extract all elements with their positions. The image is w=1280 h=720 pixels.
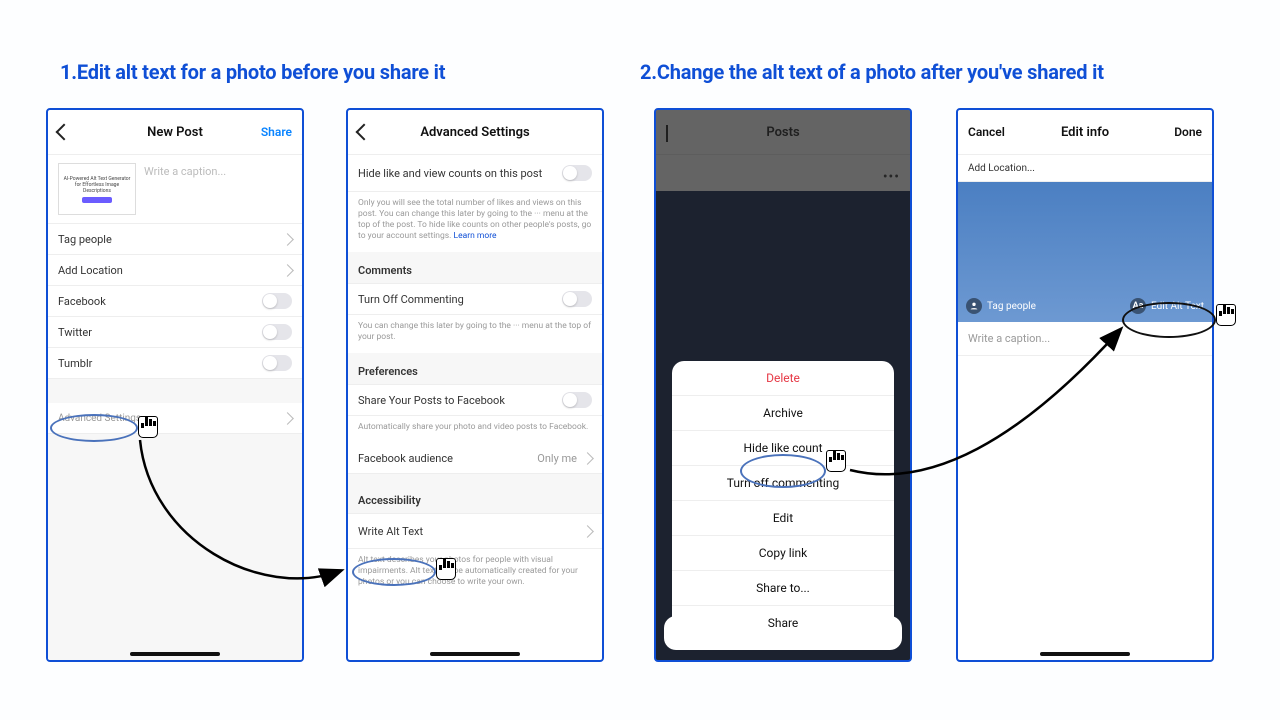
action-share-to[interactable]: Share to... [672, 571, 894, 606]
back-button[interactable] [58, 110, 70, 154]
caption-input[interactable]: Write a caption... [144, 163, 292, 178]
row-tag-people[interactable]: Tag people [48, 224, 302, 255]
cancel-button[interactable]: Cancel [968, 110, 1005, 154]
tag-people-pill[interactable]: Tag people [966, 298, 1036, 314]
phone-new-post: New Post Share AI-Powered Alt Text Gener… [46, 108, 304, 662]
row-tumblr[interactable]: Tumblr [48, 348, 302, 379]
learn-more-link[interactable]: Learn more [454, 231, 497, 241]
row-advanced-settings[interactable]: Advanced Settings [48, 403, 302, 434]
action-share[interactable]: Share [672, 606, 894, 640]
row-turn-off-commenting[interactable]: Turn Off Commenting [348, 284, 602, 315]
section-accessibility: Accessibility [348, 474, 602, 514]
home-indicator [1040, 652, 1130, 656]
action-copy-link[interactable]: Copy link [672, 536, 894, 571]
share-button[interactable]: Share [261, 110, 292, 154]
action-turn-off-commenting[interactable]: Turn off commenting [672, 466, 894, 501]
home-indicator [430, 652, 520, 656]
alt-text-subtext: Alt text describes your photos for peopl… [348, 549, 602, 598]
chevron-right-icon [581, 452, 594, 465]
chevron-right-icon [581, 525, 594, 538]
row-hide-counts[interactable]: Hide like and view counts on this post [348, 155, 602, 192]
phone-advanced-settings: Advanced Settings Hide like and view cou… [346, 108, 604, 662]
done-button[interactable]: Done [1174, 110, 1202, 154]
toggle-turn-off-commenting[interactable] [562, 291, 592, 307]
aa-icon: Aa [1130, 298, 1146, 314]
row-facebook[interactable]: Facebook [48, 286, 302, 317]
action-delete[interactable]: Delete [672, 361, 894, 396]
chevron-left-icon [356, 124, 373, 141]
row-twitter[interactable]: Twitter [48, 317, 302, 348]
edit-alt-text-pill[interactable]: Aa Edit Alt Text [1130, 298, 1204, 314]
phone-edit-info: Cancel Edit info Done Add Location... Ta… [956, 108, 1214, 662]
title-new-post: New Post [147, 125, 203, 140]
titlebar-edit-info: Cancel Edit info Done [958, 110, 1212, 155]
titlebar-new-post: New Post Share [48, 110, 302, 155]
person-icon [966, 298, 982, 314]
section-preferences: Preferences [348, 353, 602, 385]
title-advanced: Advanced Settings [420, 125, 529, 140]
phone-posts-sheet: Posts ••• Delete Archive Hide like count… [654, 108, 912, 662]
chevron-right-icon [281, 264, 294, 277]
row-share-to-facebook[interactable]: Share Your Posts to Facebook [348, 385, 602, 416]
share-fb-subtext: Automatically share your photo and video… [348, 416, 602, 443]
action-archive[interactable]: Archive [672, 396, 894, 431]
action-hide-likes[interactable]: Hide like count [672, 431, 894, 466]
toggle-facebook[interactable] [262, 293, 292, 309]
turn-off-subtext: You can change this later by going to th… [348, 315, 602, 353]
row-facebook-audience[interactable]: Facebook audience Only me [348, 443, 602, 474]
row-add-location[interactable]: Add Location [48, 255, 302, 286]
toggle-twitter[interactable] [262, 324, 292, 340]
toggle-tumblr[interactable] [262, 355, 292, 371]
caption-input[interactable]: Write a caption... [958, 322, 1212, 356]
post-thumbnail: AI-Powered Alt Text Generator for Effort… [58, 163, 136, 215]
heading-1: 1.Edit alt text for a photo before you s… [60, 60, 445, 84]
home-indicator [130, 652, 220, 656]
action-sheet: Delete Archive Hide like count Turn off … [672, 361, 894, 640]
chevron-right-icon [281, 233, 294, 246]
chevron-right-icon [281, 412, 294, 425]
cursor-icon [1216, 304, 1236, 332]
row-add-location[interactable]: Add Location... [958, 155, 1212, 182]
titlebar-advanced: Advanced Settings [348, 110, 602, 155]
back-button[interactable] [358, 110, 370, 154]
post-photo: Tag people Aa Edit Alt Text [958, 182, 1212, 322]
heading-2: 2.Change the alt text of a photo after y… [640, 60, 1104, 84]
toggle-share-fb[interactable] [562, 392, 592, 408]
section-comments: Comments [348, 252, 602, 284]
toggle-hide-counts[interactable] [562, 165, 592, 181]
action-edit[interactable]: Edit [672, 501, 894, 536]
row-write-alt-text[interactable]: Write Alt Text [348, 514, 602, 549]
title-edit-info: Edit info [1061, 125, 1109, 140]
hide-counts-subtext: Only you will see the total number of li… [348, 192, 602, 252]
chevron-left-icon [56, 124, 73, 141]
